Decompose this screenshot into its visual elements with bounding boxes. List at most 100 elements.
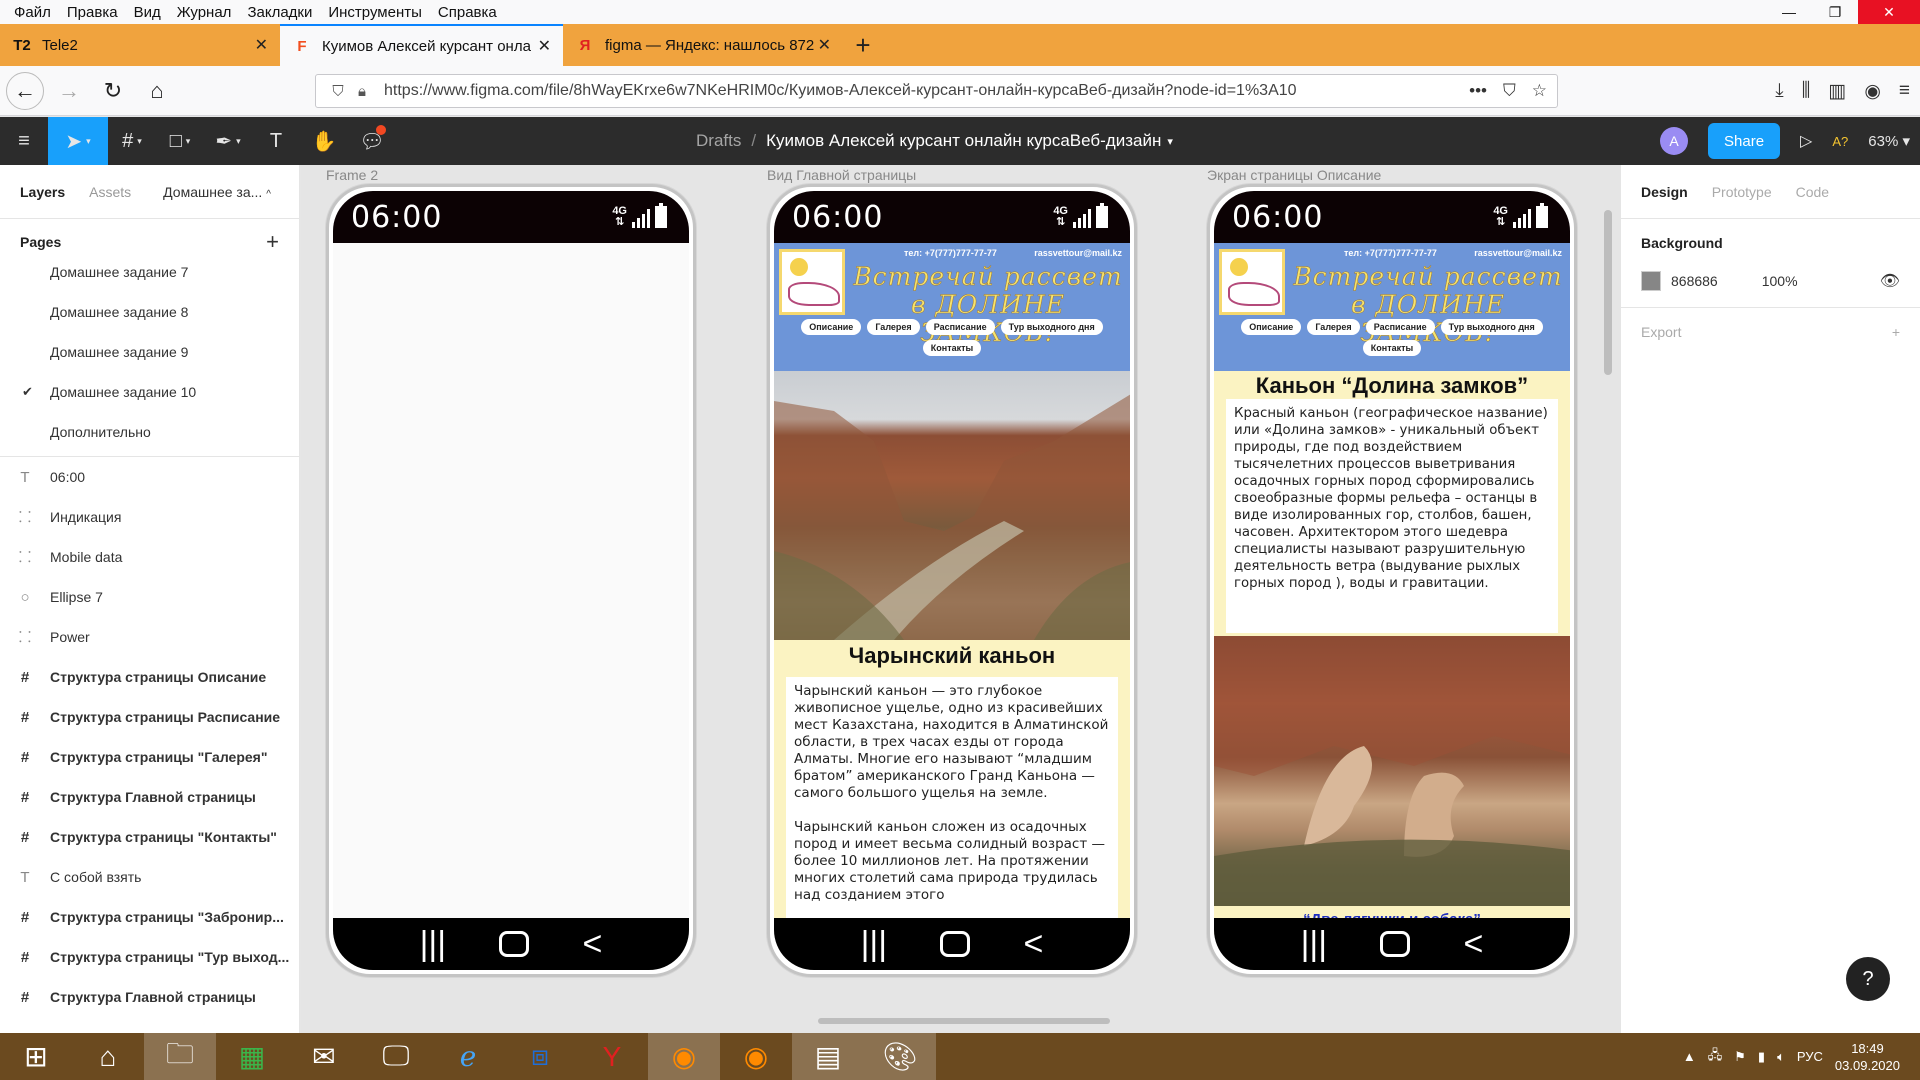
tab-layers[interactable]: Layers bbox=[20, 184, 65, 200]
menu-edit[interactable]: Правка bbox=[59, 4, 126, 21]
remote-desktop-icon[interactable]: ⧈ bbox=[504, 1033, 576, 1080]
new-tab-icon[interactable]: + bbox=[843, 24, 883, 66]
download-icon[interactable]: ⤓ bbox=[1775, 80, 1783, 102]
layer-item[interactable]: ○ Ellipse 7 bbox=[0, 577, 299, 617]
layer-item[interactable]: # Структура страницы Расписание bbox=[0, 697, 299, 737]
breadcrumb-drafts[interactable]: Drafts bbox=[696, 131, 741, 151]
layer-item[interactable]: # Структура страницы "Контакты" bbox=[0, 817, 299, 857]
help-button[interactable]: ? bbox=[1846, 957, 1890, 1001]
back-arrow-icon[interactable]: < bbox=[1464, 927, 1484, 961]
accessibility-button[interactable]: A? bbox=[1832, 134, 1848, 149]
page-item[interactable]: ✔ Домашнее задание 10 bbox=[0, 372, 299, 412]
page-item[interactable]: Домашнее задание 7 bbox=[0, 252, 299, 292]
shape-tool-icon[interactable]: □ ▾ bbox=[156, 117, 204, 165]
mail-icon[interactable]: ✉ bbox=[288, 1033, 360, 1080]
frame-tool-icon[interactable]: # ▾ bbox=[108, 117, 156, 165]
back-arrow-icon[interactable]: < bbox=[583, 927, 603, 961]
layer-item[interactable]: # Структура страницы "Галерея" bbox=[0, 737, 299, 777]
tab-tele2[interactable]: T2 Tele2 ✕ bbox=[0, 24, 280, 66]
text-tool-icon[interactable]: T bbox=[252, 117, 300, 165]
frame-label[interactable]: Frame 2 bbox=[326, 167, 378, 183]
close-tab-icon[interactable]: ✕ bbox=[818, 35, 831, 55]
yandex-browser-icon[interactable]: Y bbox=[576, 1033, 648, 1080]
minimize-icon[interactable]: — bbox=[1766, 0, 1812, 24]
back-arrow-icon[interactable]: < bbox=[1024, 927, 1044, 961]
phone-description-page[interactable]: 06:00 4G ⇅ тел: +7(777)777-77-77 rassvett… bbox=[1207, 184, 1577, 977]
restore-icon[interactable]: ❐ bbox=[1812, 0, 1858, 24]
current-page-selector[interactable]: Домашнее за... ^ bbox=[163, 184, 271, 200]
home-app-icon[interactable]: ⌂ bbox=[72, 1033, 144, 1080]
background-swatch[interactable] bbox=[1641, 271, 1661, 291]
recent-apps-icon[interactable]: ||| bbox=[861, 927, 888, 961]
recent-apps-icon[interactable]: ||| bbox=[420, 927, 447, 961]
battery-tray-icon[interactable]: ▮ bbox=[1758, 1049, 1765, 1065]
url-bar[interactable]: ⛉ 🔒︎ https://www.figma.com/file/8hWayEKr… bbox=[315, 74, 1558, 108]
security-icon[interactable]: ⚑ bbox=[1734, 1049, 1746, 1065]
canvas[interactable]: Frame 2 06:00 4G ⇅ ||| < Вид Главной стра… bbox=[301, 165, 1620, 1033]
menu-view[interactable]: Вид bbox=[126, 4, 169, 21]
frame-label[interactable]: Вид Главной страницы bbox=[767, 167, 916, 183]
site-menu-gallery[interactable]: Галерея bbox=[1307, 319, 1360, 335]
tab-assets[interactable]: Assets bbox=[89, 184, 131, 200]
tab-prototype[interactable]: Prototype bbox=[1712, 184, 1772, 200]
home-button-icon[interactable] bbox=[1380, 931, 1411, 957]
library-icon[interactable]: ⫼ bbox=[1802, 80, 1811, 102]
move-tool-icon[interactable]: ➤ ▾ bbox=[48, 117, 108, 165]
page-item[interactable]: Дополнительно bbox=[0, 412, 299, 452]
app-window-icon[interactable]: ▤ bbox=[792, 1033, 864, 1080]
comment-tool-icon[interactable]: 💬︎ bbox=[348, 117, 396, 165]
eye-icon[interactable]: 👁︎ bbox=[1880, 271, 1900, 291]
layer-item[interactable]: T С собой взять bbox=[0, 857, 299, 897]
window-close-icon[interactable]: ✕ bbox=[1858, 0, 1920, 24]
vertical-scrollbar[interactable] bbox=[1604, 210, 1612, 375]
home-button-icon[interactable] bbox=[499, 931, 530, 957]
home-icon[interactable]: ⌂ bbox=[138, 72, 176, 110]
menu-file[interactable]: Файл bbox=[6, 4, 59, 21]
page-item[interactable]: Домашнее задание 9 bbox=[0, 332, 299, 372]
windows-start-icon[interactable]: ⊞ bbox=[0, 1033, 72, 1080]
paint-icon[interactable]: 🎨︎ bbox=[864, 1033, 936, 1080]
site-menu-weekend-tour[interactable]: Тур выходного дня bbox=[1440, 319, 1543, 335]
layer-item[interactable]: # Структура Главной страницы bbox=[0, 977, 299, 1017]
site-menu-schedule[interactable]: Расписание bbox=[1365, 319, 1435, 335]
volume-icon[interactable]: 🔈︎ bbox=[1777, 1049, 1785, 1065]
site-menu-weekend-tour[interactable]: Тур выходного дня bbox=[1000, 319, 1103, 335]
url-text[interactable]: https://www.figma.com/file/8hWayEKrxe6w7… bbox=[384, 82, 1297, 100]
site-menu-schedule[interactable]: Расписание bbox=[925, 319, 995, 335]
menu-tools[interactable]: Инструменты bbox=[320, 4, 430, 21]
site-menu-gallery[interactable]: Галерея bbox=[867, 319, 920, 335]
file-name[interactable]: Куимов Алексей курсант онлайн курсаВеб-д… bbox=[766, 131, 1161, 151]
internet-explorer-icon[interactable]: ℯ bbox=[432, 1033, 504, 1080]
chevron-down-icon[interactable]: ▾ bbox=[1167, 135, 1173, 148]
reload-icon[interactable]: ↻ bbox=[94, 72, 132, 110]
tab-design[interactable]: Design bbox=[1641, 184, 1688, 200]
hamburger-menu-icon[interactable]: ≡ bbox=[1899, 80, 1910, 102]
tab-code[interactable]: Code bbox=[1796, 184, 1829, 200]
shield-icon[interactable]: ⛉ bbox=[326, 83, 350, 100]
page-item[interactable]: Домашнее задание 8 bbox=[0, 292, 299, 332]
layer-item[interactable]: # Структура страницы "Тур выход... bbox=[0, 937, 299, 977]
site-menu-description[interactable]: Описание bbox=[1241, 319, 1302, 335]
close-tab-icon[interactable]: ✕ bbox=[255, 35, 268, 55]
recent-apps-icon[interactable]: ||| bbox=[1301, 927, 1328, 961]
tray-expand-icon[interactable]: ▲ bbox=[1683, 1049, 1696, 1064]
firefox-icon[interactable]: ◉ bbox=[648, 1033, 720, 1080]
horizontal-scrollbar[interactable] bbox=[818, 1018, 1110, 1024]
layer-item[interactable]: ⸬ Mobile data bbox=[0, 537, 299, 577]
language-indicator[interactable]: РУС bbox=[1797, 1049, 1823, 1064]
network-icon[interactable]: 🖧︎ bbox=[1708, 1046, 1723, 1068]
layer-item[interactable]: # Структура Главной страницы bbox=[0, 777, 299, 817]
tab-yandex[interactable]: Я figma — Яндекс: нашлось 872 ✕ bbox=[563, 24, 843, 66]
firefox-alt-icon[interactable]: ◉ bbox=[720, 1033, 792, 1080]
phone-main-page[interactable]: 06:00 4G ⇅ тел: +7(777)777-77-77 rassvett… bbox=[767, 184, 1137, 977]
sidebar-icon[interactable]: ▥ bbox=[1828, 80, 1846, 103]
home-button-icon[interactable] bbox=[940, 931, 971, 957]
background-hex[interactable]: 868686 bbox=[1671, 273, 1718, 289]
add-page-icon[interactable]: + bbox=[266, 229, 279, 255]
bookmark-star-icon[interactable]: ☆ bbox=[1532, 81, 1547, 101]
tab-figma[interactable]: F Куимов Алексей курсант онла ✕ bbox=[280, 24, 563, 66]
layer-item[interactable]: ⸬ Power bbox=[0, 617, 299, 657]
more-actions-icon[interactable]: ••• bbox=[1469, 81, 1487, 101]
excel-icon[interactable]: ▦ bbox=[216, 1033, 288, 1080]
background-opacity[interactable]: 100% bbox=[1762, 273, 1798, 289]
